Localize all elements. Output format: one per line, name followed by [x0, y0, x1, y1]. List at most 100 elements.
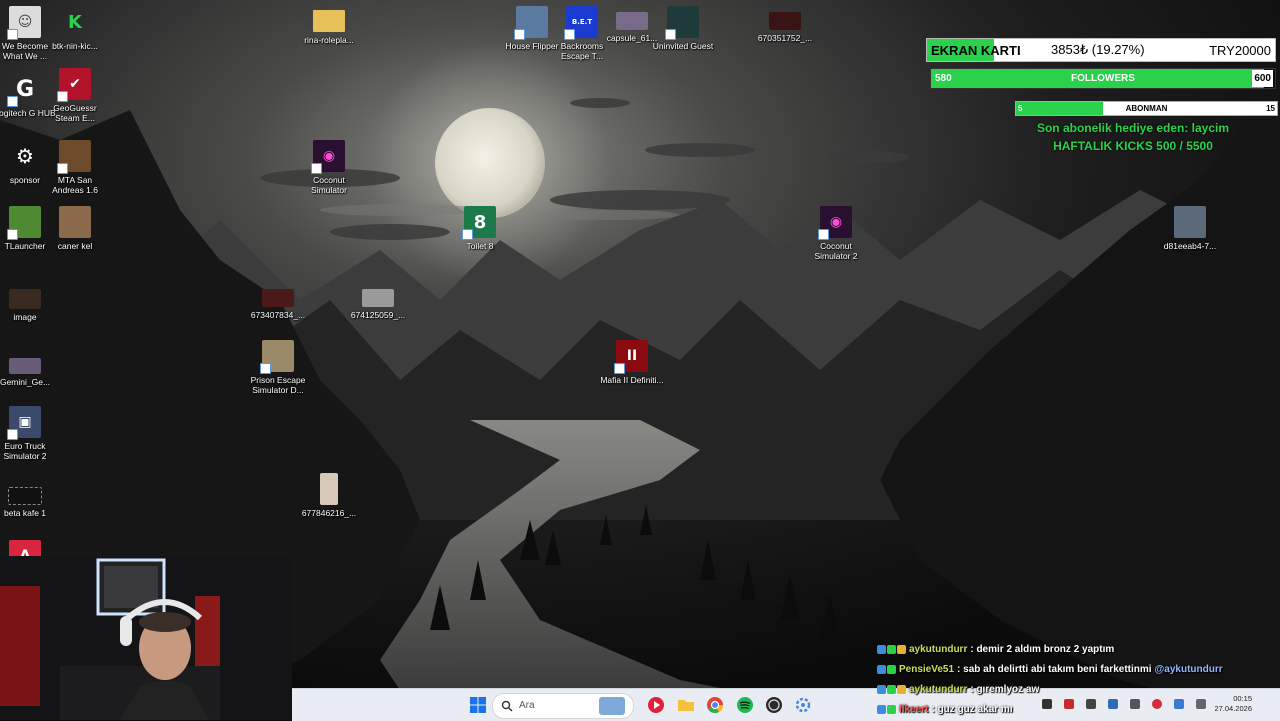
icon-label: Euro Truck Simulator 2: [3, 441, 47, 461]
desktop-icon-euro-truck-simulator-2[interactable]: ▣ Euro Truck Simulator 2: [0, 406, 57, 461]
icon-label: Coconut Simulator: [311, 175, 347, 195]
desktop-icon-uninvited-guest[interactable]: Uninvited Guest: [651, 6, 715, 51]
icon-label: Backrooms Escape T...: [560, 41, 604, 61]
image-thumbnail-icon: [320, 473, 338, 505]
desktop-icon-670351752[interactable]: 670351752_...: [753, 6, 817, 43]
desktop-icon-geoguessr[interactable]: ✔ GeoGuessr Steam E...: [43, 68, 107, 123]
chat-badges: [877, 685, 906, 694]
chat-badges: [877, 665, 896, 674]
desktop-icon-btk-nin-kic[interactable]: K btk-nin-kic...: [43, 6, 107, 52]
icon-label: beta kafe 1: [3, 508, 47, 518]
chat-username[interactable]: aykutundurr: [909, 684, 967, 695]
icon-label: btk-nin-kic...: [52, 41, 98, 51]
icon-label: Mafia II Definiti...: [600, 375, 664, 385]
verified-badge-icon: [877, 705, 886, 714]
taskbar-search-box[interactable]: Ara: [492, 693, 634, 719]
tray-app-icon[interactable]: [1152, 699, 1162, 709]
clock-date: 27.04.2026: [1214, 704, 1252, 713]
microphone-icon[interactable]: [1174, 699, 1184, 709]
chat-username[interactable]: ilkeert: [899, 704, 928, 715]
tray-app-icon[interactable]: [1064, 699, 1074, 709]
windows-start-icon[interactable]: [468, 695, 488, 715]
desktop-icon-beta-kafe-1[interactable]: beta kafe 1: [0, 483, 57, 518]
icon-label: Prison Escape Simulator D...: [250, 375, 306, 395]
tray-app-icon[interactable]: [1042, 699, 1052, 709]
backrooms-icon: B.E.T: [564, 6, 598, 40]
last-gift-sub-text: Son abonelik hediye eden: laycim: [1036, 121, 1230, 135]
subscriber-badge-icon: [887, 665, 896, 674]
geoguessr-icon: ✔: [57, 68, 91, 102]
icon-label: Coconut Simulator 2: [814, 241, 858, 261]
icon-label: MTA San Andreas 1.6: [52, 175, 98, 195]
desktop-icon-673407834[interactable]: 673407834_...: [246, 283, 310, 320]
coconut-icon: ◉: [311, 140, 345, 174]
verified-badge-icon: [877, 685, 886, 694]
desktop-icon-674125059[interactable]: 674125059_...: [346, 283, 410, 320]
webcam-feed: [0, 556, 292, 720]
logitech-icon: G: [7, 73, 41, 107]
desktop-icon-prison-escape-simulator[interactable]: Prison Escape Simulator D...: [246, 340, 310, 395]
icon-label: caner kel: [57, 241, 93, 251]
desktop-icon-image[interactable]: image: [0, 283, 57, 322]
game-icon: ☺: [7, 6, 41, 40]
toilet-8-glyph: 8: [473, 211, 487, 233]
moon: [435, 108, 545, 218]
taskbar: Ara 00:15 27.04.2026: [292, 688, 1280, 721]
chat-text: : guz guz akar mı: [931, 704, 1013, 715]
followers-goal-bar: 580 FOLLOWERS 600: [930, 68, 1276, 89]
chat-mention[interactable]: @aykutundurr: [1155, 664, 1223, 675]
icon-label: 674125059_...: [350, 310, 406, 320]
image-thumbnail-icon: [59, 206, 91, 238]
file-explorer-icon[interactable]: [676, 695, 696, 715]
spotify-icon[interactable]: [735, 695, 755, 715]
crown-badge-icon: [897, 685, 906, 694]
icon-label: Gemini_Ge...: [0, 377, 51, 387]
desktop-icon-coconut-simulator[interactable]: ◉ Coconut Simulator: [297, 140, 361, 195]
ekran-karti-goal-bar: EKRAN KARTI 3853₺ (19.27%) TRY20000: [926, 38, 1276, 62]
chat-username[interactable]: PensieVe51: [899, 664, 954, 675]
desktop-icon-gemini[interactable]: Gemini_Ge...: [0, 350, 57, 387]
tray-app-icon[interactable]: [1108, 699, 1118, 709]
subscriber-badge-icon: [887, 705, 896, 714]
crown-badge-icon: [897, 645, 906, 654]
followers-label: FOLLOWERS: [1071, 73, 1135, 84]
chat-message: ilkeert : guz guz akar mı: [877, 704, 1013, 715]
subscriber-badge-icon: [887, 685, 896, 694]
taskbar-clock[interactable]: 00:15 27.04.2026: [1214, 694, 1252, 714]
chat-username[interactable]: aykutundurr: [909, 644, 967, 655]
search-icon: [501, 700, 513, 712]
tray-app-icon[interactable]: [1130, 699, 1140, 709]
folder-icon: [313, 10, 345, 32]
toilet-8-icon: 8: [462, 206, 496, 240]
prison-escape-icon: [260, 340, 294, 374]
file-icon: [8, 487, 42, 505]
icon-label: 673407834_...: [250, 310, 306, 320]
abonman-goal-bar: 5 ABONMAN 15: [1015, 101, 1278, 116]
chat-message: aykutundurr : gıremlyoz aw: [877, 684, 1039, 695]
search-placeholder: Ara: [519, 700, 535, 711]
search-highlight-icon: [599, 697, 625, 715]
abonman-label: ABONMAN: [1125, 104, 1168, 113]
chat-text: : gıremlyoz aw: [970, 684, 1040, 695]
house-flipper-icon: [514, 6, 548, 40]
volume-icon[interactable]: [1196, 699, 1206, 709]
desktop-icon-coconut-simulator-2[interactable]: ◉ Coconut Simulator 2: [804, 206, 868, 261]
chrome-icon[interactable]: [705, 695, 725, 715]
icon-label: Toilet 8: [466, 241, 494, 251]
desktop-icon-mafia-ii[interactable]: II Mafia II Definiti...: [600, 340, 664, 385]
chat-badges: [877, 705, 896, 714]
tray-app-icon[interactable]: [1086, 699, 1096, 709]
image-thumbnail-icon: [9, 289, 41, 309]
icon-label: 670351752_...: [757, 33, 813, 43]
desktop-icon-677846216[interactable]: 677846216_...: [297, 473, 361, 518]
desktop-icon-caner-kel[interactable]: caner kel: [43, 206, 107, 251]
image-thumbnail-icon: [9, 358, 41, 374]
obs-icon[interactable]: [764, 695, 784, 715]
media-player-icon[interactable]: [646, 695, 666, 715]
verified-badge-icon: [877, 645, 886, 654]
settings-gear-icon[interactable]: [793, 695, 813, 715]
desktop-icon-d81eeab4[interactable]: d81eeab4-7...: [1158, 206, 1222, 251]
desktop-icon-mta-san-andreas[interactable]: MTA San Andreas 1.6: [43, 140, 107, 195]
desktop-icon-rina-roleplay[interactable]: rina-rolepla...: [297, 6, 361, 45]
desktop-icon-toilet-8[interactable]: 8 Toilet 8: [448, 206, 512, 251]
